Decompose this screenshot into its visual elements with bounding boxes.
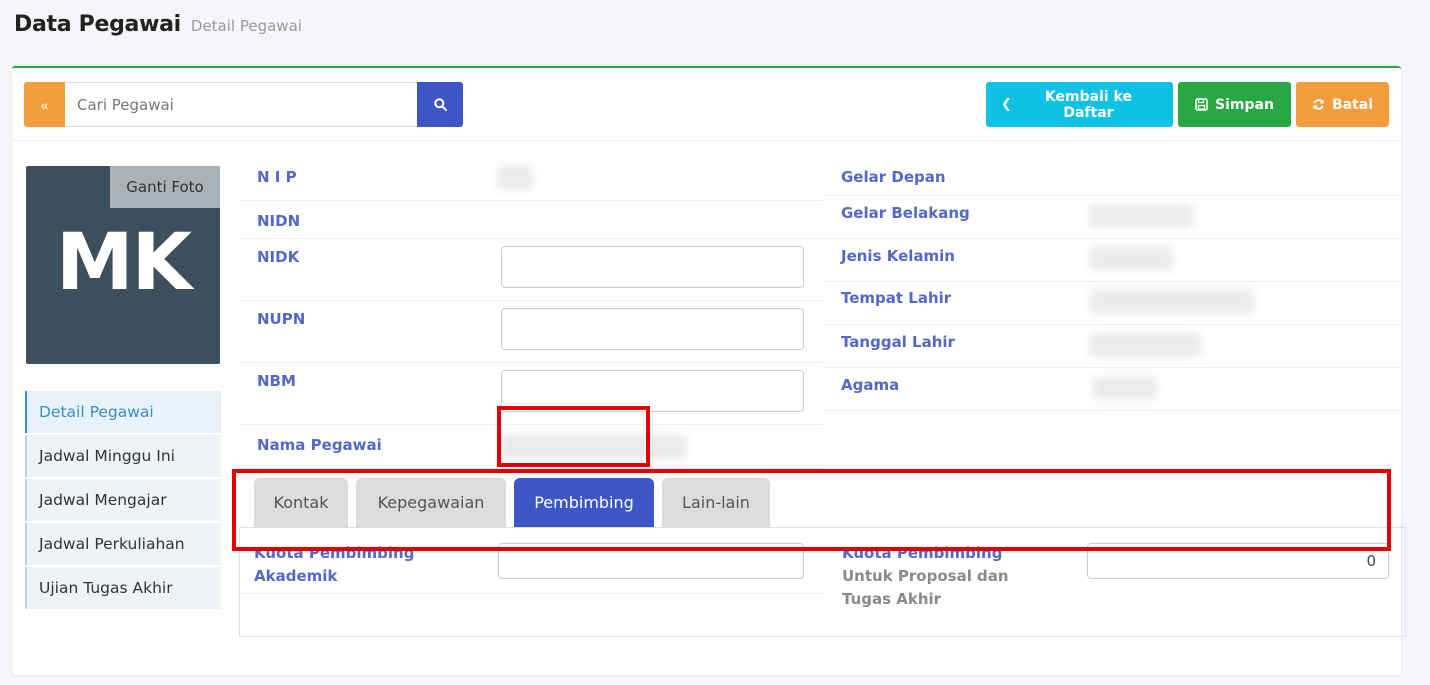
kuota-proposal-label-line-2: Untuk Proposal dan [842,567,1009,585]
kuota-akademik-label-line-2: Akademik [254,567,338,585]
tempat-lahir-label: Tempat Lahir [841,289,952,307]
nupn-input[interactable] [501,308,804,350]
row-agama: Agama [823,368,1401,411]
gelar-depan-label: Gelar Depan [841,168,946,186]
tab-highlight-box [497,406,650,467]
nama-pegawai-label: Nama Pegawai [257,436,382,454]
agama-value-redacted [1093,376,1157,400]
nip-value-redacted [497,166,533,190]
row-jenis-kelamin: Jenis Kelamin [823,239,1401,282]
cancel-button[interactable]: Batal [1296,82,1389,127]
side-menu-item-jadwal-mengajar[interactable]: Jadwal Mengajar [25,479,221,521]
nupn-label: NUPN [257,310,306,328]
page-subtitle: Detail Pegawai [190,17,302,35]
tanggal-lahir-value-redacted [1089,333,1201,357]
employee-photo: Ganti Foto MK [26,166,220,364]
row-nip: N I P [239,158,823,201]
page-header: Data Pegawai Detail Pegawai [14,12,302,48]
side-menu-item-detail-pegawai[interactable]: Detail Pegawai [25,391,221,433]
side-menu-item-ujian-tugas-akhir[interactable]: Ujian Tugas Akhir [25,567,221,609]
back-to-list-button[interactable]: ❮ Kembali ke Daftar [986,82,1173,127]
toolbar-divider [12,140,1401,141]
row-nidn: NIDN [239,201,823,239]
row-nupn: NUPN [239,301,823,363]
save-button[interactable]: Simpan [1178,82,1291,127]
side-menu: Detail Pegawai Jadwal Minggu Ini Jadwal … [25,391,221,611]
row-gelar-depan: Gelar Depan [823,158,1401,196]
nbm-label: NBM [257,372,296,390]
row-nidk: NIDK [239,239,823,301]
toggle-sidebar-button[interactable]: « [24,82,65,127]
avatar-initials: MK [55,218,192,308]
row-tempat-lahir: Tempat Lahir [823,282,1401,325]
jenis-kelamin-value-redacted [1089,247,1173,271]
nidn-label: NIDN [257,212,301,230]
row-gelar-belakang: Gelar Belakang [823,196,1401,239]
side-menu-item-jadwal-minggu-ini[interactable]: Jadwal Minggu Ini [25,435,221,477]
gelar-belakang-value-redacted [1089,204,1193,228]
nidk-input[interactable] [501,246,804,288]
action-buttons: ❮ Kembali ke Daftar Simpan Batal [986,82,1389,127]
page-title: Data Pegawai [14,12,181,37]
chevron-left-icon: ❮ [1001,97,1012,112]
tanggal-lahir-label: Tanggal Lahir [841,333,955,351]
side-menu-item-jadwal-perkuliahan[interactable]: Jadwal Perkuliahan [25,523,221,565]
search-group: « [24,82,463,127]
row-tanggal-lahir: Tanggal Lahir [823,325,1401,368]
kuota-proposal-label-line-3: Tugas Akhir [842,590,942,608]
agama-label: Agama [841,376,900,394]
floppy-disk-icon [1195,98,1208,111]
panel-highlight-box [232,469,1391,551]
gelar-belakang-label: Gelar Belakang [841,204,970,222]
nip-label: N I P [257,168,297,186]
employee-detail-card: « ❮ Kembali ke Daftar Simpan [12,66,1406,675]
change-photo-button[interactable]: Ganti Foto [110,166,220,208]
search-icon [433,98,447,111]
nidk-label: NIDK [257,248,300,266]
search-button[interactable] [417,82,463,127]
refresh-icon [1313,99,1324,110]
search-input[interactable] [65,82,417,127]
jenis-kelamin-label: Jenis Kelamin [841,247,955,265]
tempat-lahir-value-redacted [1089,289,1255,313]
